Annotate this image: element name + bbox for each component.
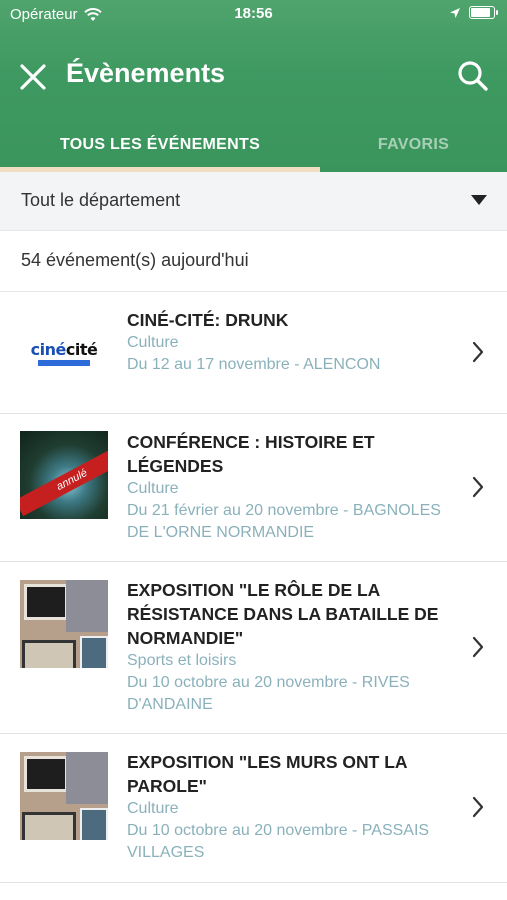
tab-all-events[interactable]: TOUS LES ÉVÉNEMENTS xyxy=(0,118,320,172)
event-thumbnail xyxy=(20,752,108,840)
chevron-right-icon xyxy=(472,341,484,363)
chevron-right-icon xyxy=(472,796,484,818)
header: Opérateur 18:56 Évènements TOUS LES ÉVÉN… xyxy=(0,0,507,172)
department-select-value: Tout le département xyxy=(21,190,181,210)
event-category: Culture xyxy=(127,480,179,497)
tab-favorites[interactable]: FAVORIS xyxy=(320,118,507,172)
cine-cite-logo: cinécité xyxy=(30,340,98,359)
tab-bar: TOUS LES ÉVÉNEMENTS FAVORIS xyxy=(0,118,507,172)
event-date-location: Du 10 octobre au 20 novembre - RIVES D'A… xyxy=(127,674,410,713)
list-item[interactable]: cinécité CINÉ-CITÉ: DRUNK Culture Du 12 … xyxy=(0,292,507,414)
location-icon xyxy=(450,7,460,18)
event-date-location: Du 21 février au 20 novembre - BAGNOLES … xyxy=(127,502,441,541)
event-category: Sports et loisirs xyxy=(127,652,237,669)
event-thumbnail: cinécité xyxy=(20,309,108,397)
event-date-location: Du 12 au 17 novembre - ALENCON xyxy=(127,356,381,373)
event-title: CONFÉRENCE : HISTOIRE ET LÉGENDES xyxy=(127,432,375,476)
event-thumbnail xyxy=(20,580,108,668)
status-bar: Opérateur 18:56 xyxy=(0,0,507,30)
event-thumbnail: annulé xyxy=(20,431,108,519)
chevron-right-icon xyxy=(472,636,484,658)
search-icon[interactable] xyxy=(457,60,489,92)
event-title: EXPOSITION "LE RÔLE DE LA RÉSISTANCE DAN… xyxy=(127,580,439,648)
event-list: cinécité CINÉ-CITÉ: DRUNK Culture Du 12 … xyxy=(0,292,507,883)
event-date-location: Du 10 octobre au 20 novembre - PASSAIS V… xyxy=(127,822,430,861)
department-select[interactable]: Tout le département xyxy=(0,172,507,231)
battery-icon xyxy=(469,6,498,19)
list-item[interactable]: EXPOSITION "LE RÔLE DE LA RÉSISTANCE DAN… xyxy=(0,562,507,734)
cancelled-banner: annulé xyxy=(20,443,108,517)
page-title: Évènements xyxy=(66,58,226,88)
dropdown-arrow-icon xyxy=(471,195,487,205)
event-category: Culture xyxy=(127,334,179,351)
list-item[interactable]: EXPOSITION "LES MURS ONT LA PAROLE" Cult… xyxy=(0,734,507,883)
event-category: Culture xyxy=(127,800,179,817)
list-item[interactable]: annulé CONFÉRENCE : HISTOIRE ET LÉGENDES… xyxy=(0,414,507,562)
event-title: EXPOSITION "LES MURS ONT LA PAROLE" xyxy=(127,752,407,796)
status-time: 18:56 xyxy=(234,5,273,22)
chevron-right-icon xyxy=(472,476,484,498)
event-title: CINÉ-CITÉ: DRUNK xyxy=(127,310,289,330)
close-icon[interactable] xyxy=(18,62,48,92)
event-count: 54 événement(s) aujourd'hui xyxy=(21,250,249,270)
